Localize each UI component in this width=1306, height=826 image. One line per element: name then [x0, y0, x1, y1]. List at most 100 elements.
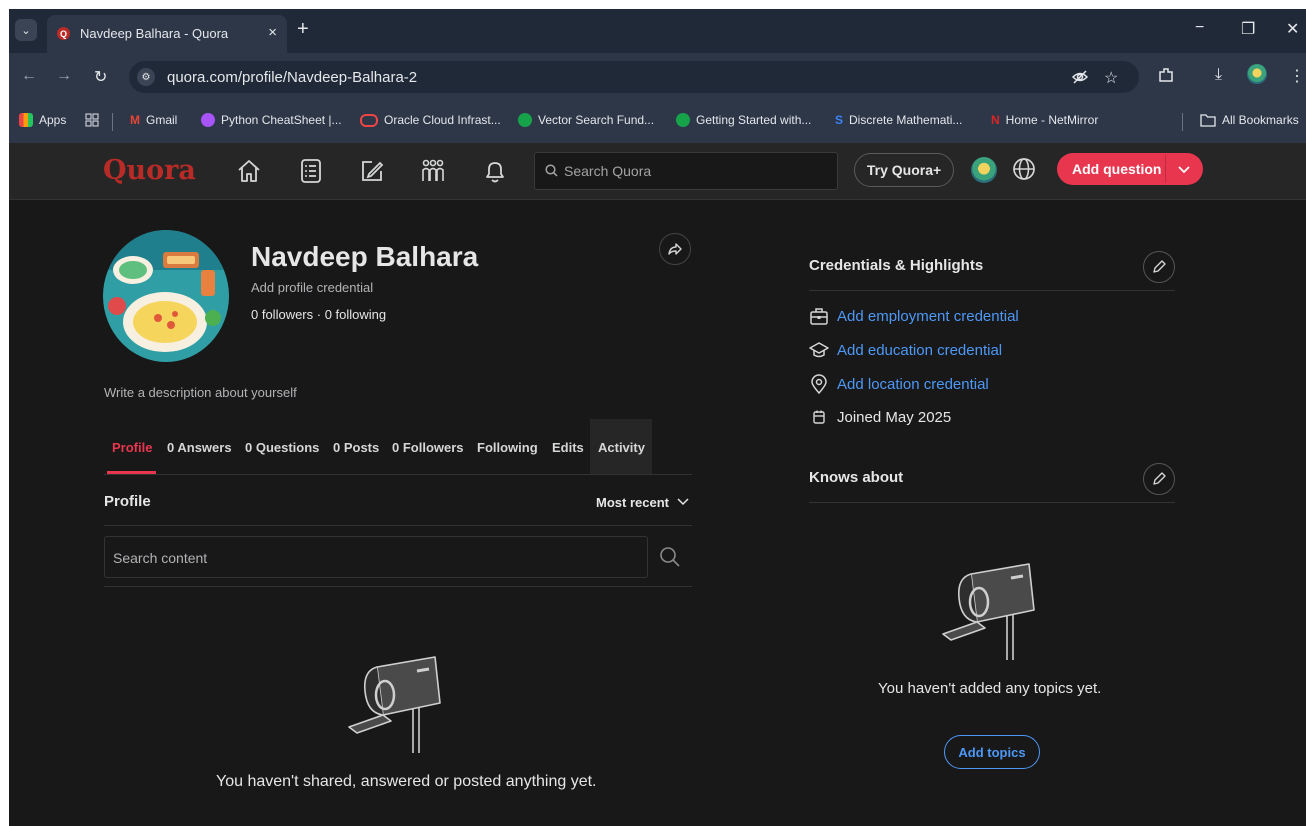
search-icon[interactable]	[659, 546, 681, 568]
url-text[interactable]: quora.com/profile/Navdeep-Balhara-2	[167, 69, 417, 86]
search-placeholder: Search Quora	[564, 163, 652, 179]
profile-page: Navdeep Balhara Add profile credential 0…	[9, 200, 1306, 826]
search-content-input[interactable]: Search content	[104, 536, 648, 578]
divider	[809, 290, 1175, 291]
quora-header: Quora Search Quora Try Quora+ Add questi…	[9, 143, 1306, 200]
back-icon[interactable]: ←	[21, 67, 37, 85]
try-quora-plus-button[interactable]: Try Quora+	[854, 153, 954, 187]
pencil-icon	[1153, 472, 1166, 485]
following-feed-icon[interactable]	[297, 157, 325, 185]
add-location-credential[interactable]: Add location credential	[809, 374, 989, 394]
tab-edits[interactable]: Edits	[552, 440, 584, 455]
download-icon[interactable]: ⤓	[1215, 66, 1222, 84]
eye-slash-icon[interactable]	[1071, 68, 1089, 91]
add-education-credential[interactable]: Add education credential	[809, 340, 1002, 360]
pencil-icon	[1153, 260, 1166, 273]
add-topics-button[interactable]: Add topics	[944, 735, 1040, 769]
empty-state-message: You haven't shared, answered or posted a…	[216, 773, 597, 790]
briefcase-icon	[810, 308, 828, 325]
address-bar[interactable]: ⚙ quora.com/profile/Navdeep-Balhara-2 ☆	[129, 61, 1139, 93]
restore-icon[interactable]: ❐	[1241, 19, 1255, 39]
tab-strip: ⌄ Q Navdeep Balhara - Quora × + − ❐ ✕	[9, 9, 1306, 53]
chevron-down-icon	[677, 498, 689, 506]
credentials-title: Credentials & Highlights	[809, 257, 984, 274]
bookmark-separator	[1182, 113, 1183, 131]
spaces-icon[interactable]	[419, 157, 447, 185]
add-question-label: Add question	[1072, 161, 1162, 177]
bookmark-oracle-cloud[interactable]: Oracle Cloud Infrast...	[360, 113, 501, 127]
no-topics-message: You haven't added any topics yet.	[878, 680, 1102, 697]
divider	[104, 586, 692, 587]
tab-questions[interactable]: 0 Questions	[245, 440, 319, 455]
bookmark-getting-started[interactable]: Getting Started with...	[676, 113, 811, 127]
apps-grid-icon	[19, 113, 33, 127]
tab-activity[interactable]: Activity	[598, 440, 645, 455]
empty-mailbox-icon	[348, 656, 441, 753]
tab-following[interactable]: Following	[477, 440, 538, 455]
quora-logo[interactable]: Quora	[103, 155, 196, 186]
edit-credentials-button[interactable]	[1143, 251, 1175, 283]
profile-section-title: Profile	[104, 493, 151, 510]
scribd-s-icon: S	[835, 113, 844, 127]
browser-tab[interactable]: Q Navdeep Balhara - Quora ×	[47, 15, 287, 53]
bookmark-python-cheatsheet[interactable]: Python CheatSheet |...	[201, 113, 342, 127]
sort-dropdown[interactable]: Most recent	[596, 495, 689, 510]
calendar-icon	[813, 410, 825, 424]
extensions-icon[interactable]	[1157, 66, 1175, 89]
divider	[104, 525, 692, 526]
bookmark-all-bookmarks[interactable]: All Bookmarks	[1200, 113, 1299, 127]
menu-kebab-icon[interactable]: ⋮	[1289, 66, 1305, 86]
bookmark-vector-search[interactable]: Vector Search Fund...	[518, 113, 654, 127]
folder-icon	[1200, 114, 1216, 127]
bookmark-star-icon[interactable]: ☆	[1104, 68, 1118, 88]
bookmark-netmirror[interactable]: N Home - NetMirror	[991, 113, 1098, 127]
tab-groups-icon[interactable]	[85, 113, 99, 127]
add-profile-credential-link[interactable]: Add profile credential	[251, 280, 373, 295]
mongodb-leaf-icon	[518, 113, 532, 127]
answer-edit-icon[interactable]	[358, 157, 386, 185]
language-globe-icon[interactable]	[1012, 157, 1036, 181]
forward-icon[interactable]: →	[56, 67, 72, 85]
user-avatar[interactable]	[971, 157, 997, 183]
home-icon[interactable]	[235, 157, 263, 185]
gmail-icon: M	[130, 113, 140, 127]
add-question-button[interactable]: Add question	[1057, 153, 1203, 185]
add-employment-credential[interactable]: Add employment credential	[809, 306, 1019, 326]
tab-search-icon[interactable]: ⌄	[15, 19, 37, 41]
share-arrow-icon	[668, 243, 682, 255]
tab-profile[interactable]: Profile	[112, 440, 152, 455]
close-window-icon[interactable]: ✕	[1286, 19, 1299, 39]
tab-followers[interactable]: 0 Followers	[392, 440, 464, 455]
share-profile-button[interactable]	[659, 233, 691, 265]
bookmarks-bar: Apps M Gmail Python CheatSheet |... Orac…	[9, 101, 1306, 144]
browser-toolbar: ← → ↻ ⚙ quora.com/profile/Navdeep-Balhar…	[9, 53, 1306, 101]
quora-favicon-icon: Q	[57, 27, 70, 40]
button-divider	[1165, 155, 1166, 183]
reload-icon[interactable]: ↻	[94, 67, 107, 87]
edit-knows-about-button[interactable]	[1143, 463, 1175, 495]
oracle-icon	[360, 113, 378, 127]
bookmark-gmail[interactable]: M Gmail	[130, 113, 177, 127]
tab-answers[interactable]: 0 Answers	[167, 440, 232, 455]
active-tab-indicator	[107, 471, 156, 474]
netmirror-icon: N	[991, 113, 1000, 127]
bookmark-discrete-math[interactable]: S Discrete Mathemati...	[835, 113, 962, 127]
bookmark-apps[interactable]: Apps	[19, 113, 66, 127]
minimize-icon[interactable]: −	[1195, 19, 1204, 37]
tab-close-icon[interactable]: ×	[268, 24, 277, 41]
notifications-bell-icon[interactable]	[481, 157, 509, 185]
profile-avatar[interactable]	[103, 230, 229, 362]
mongodb-leaf-icon	[676, 113, 690, 127]
chevron-down-icon[interactable]	[1173, 158, 1195, 180]
add-description-link[interactable]: Write a description about yourself	[104, 385, 297, 400]
new-tab-button[interactable]: +	[297, 19, 309, 39]
search-icon	[545, 164, 558, 177]
tab-posts[interactable]: 0 Posts	[333, 440, 379, 455]
location-pin-icon	[811, 374, 827, 394]
profile-avatar-icon[interactable]	[1247, 64, 1267, 89]
site-info-icon[interactable]: ⚙	[137, 68, 155, 86]
followers-following-count[interactable]: 0 followers · 0 following	[251, 307, 386, 322]
empty-mailbox-icon	[942, 563, 1035, 660]
graduation-cap-icon	[809, 342, 829, 358]
quora-search-input[interactable]: Search Quora	[534, 152, 838, 190]
